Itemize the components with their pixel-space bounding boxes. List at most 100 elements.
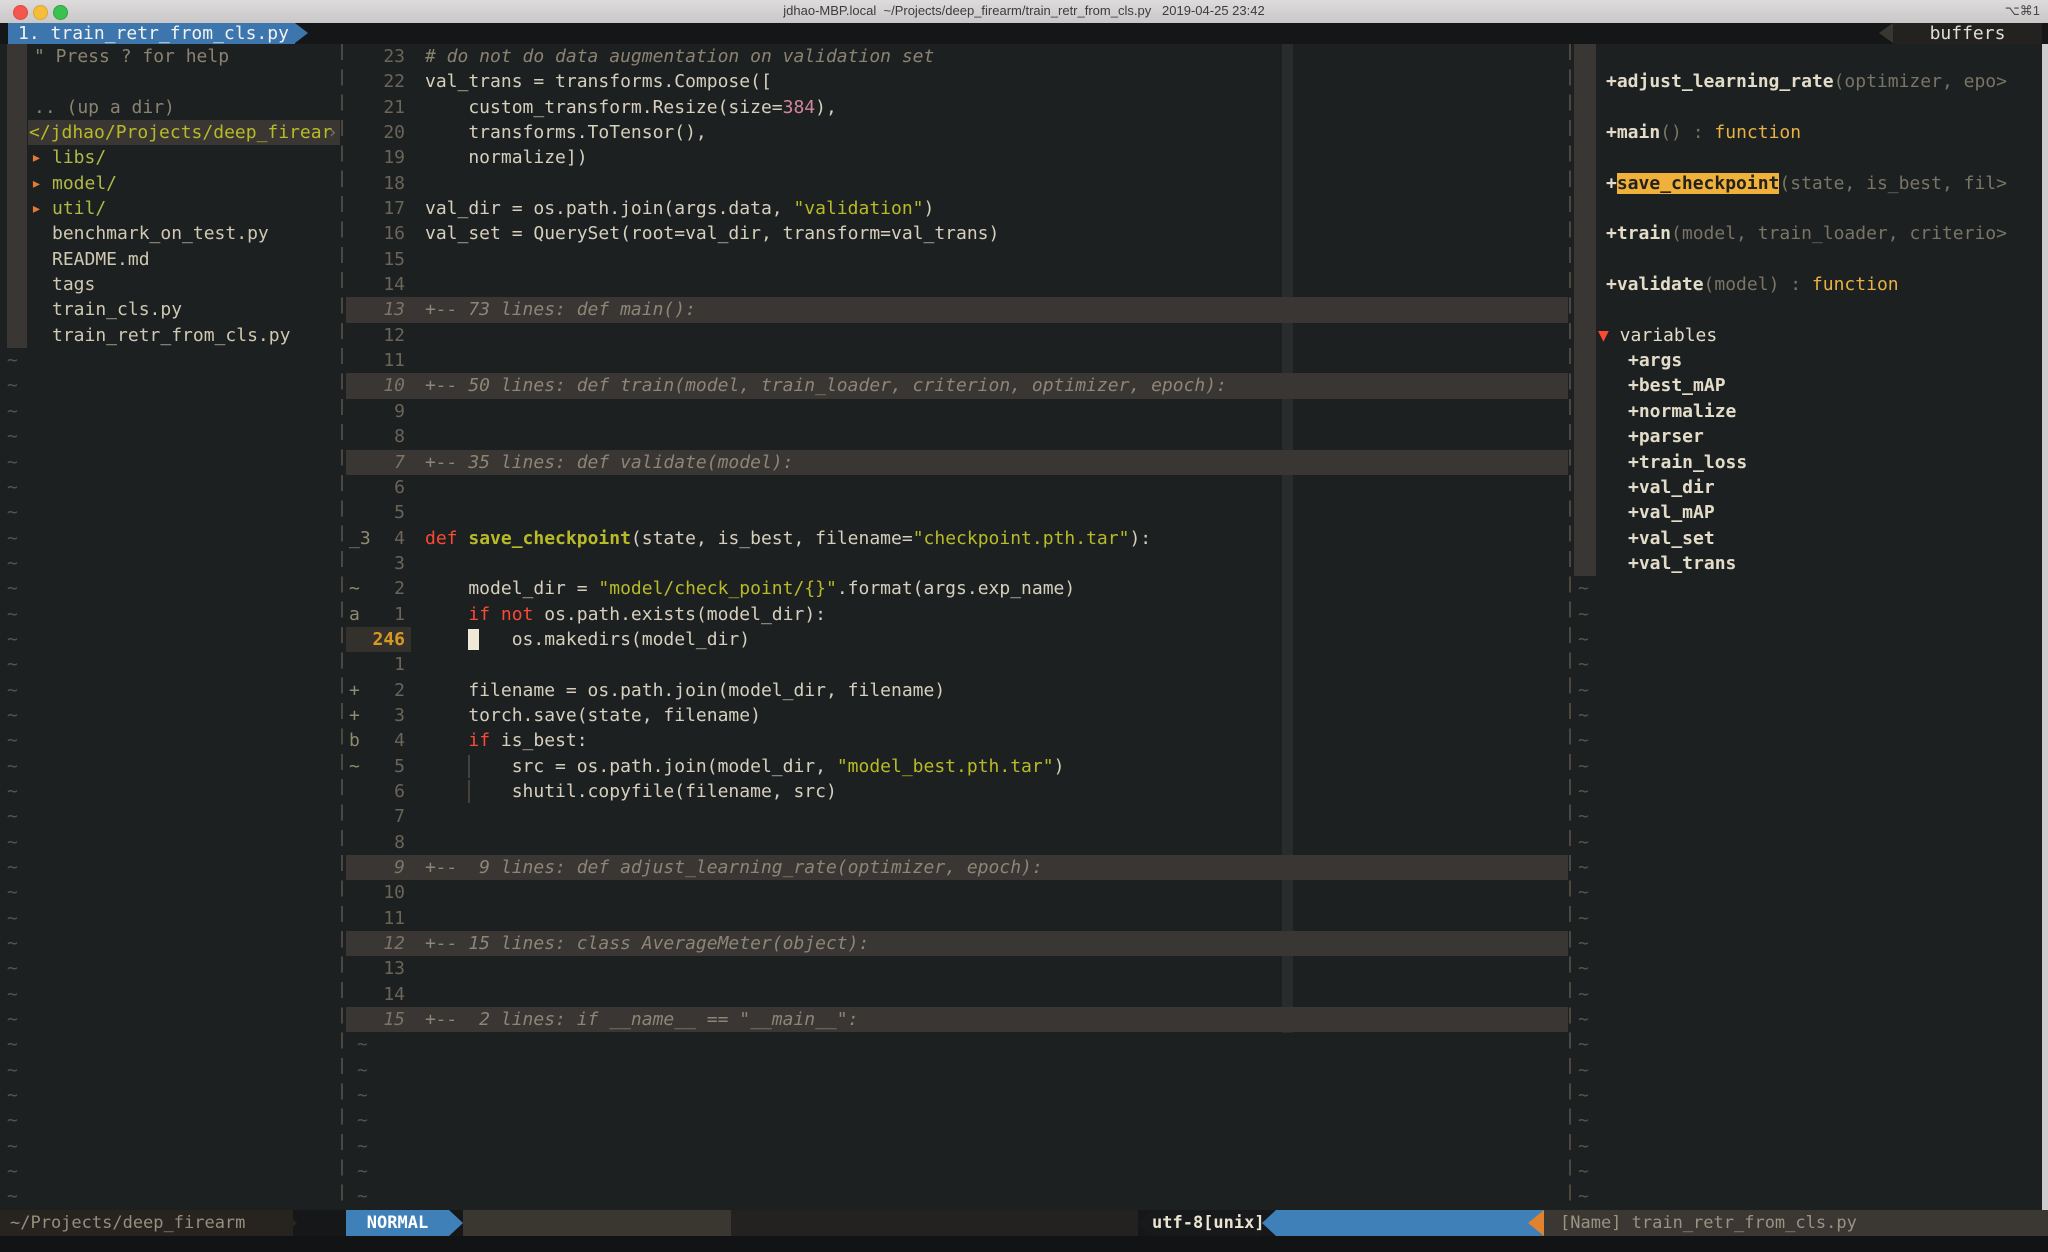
tag-item[interactable]: +val_set (1574, 526, 2042, 551)
tab-train-retr-from-cls[interactable]: 1. train_retr_from_cls.py (8, 23, 295, 44)
code-line[interactable]: 6 shutil.copyfile(filename, src) (346, 779, 1568, 804)
window-separator[interactable] (1569, 44, 1571, 1210)
folder-arrow-icon: ▸ (31, 145, 42, 170)
code-token: if not (468, 604, 533, 625)
nerdtree-item[interactable]: ▸libs/ (0, 145, 340, 170)
code-line[interactable]: 23# do not do data augmentation on valid… (346, 44, 1568, 69)
empty-line: ~ (0, 1108, 340, 1133)
nerdtree-root-path: </jdhao/Projects/deep_firear (0, 122, 332, 143)
command-line[interactable] (0, 1236, 2048, 1252)
window-separator[interactable] (341, 44, 343, 1210)
tag-item[interactable]: +parser (1574, 424, 2042, 449)
nerdtree-item[interactable]: </jdhao/Projects/deep_firear› (0, 120, 340, 145)
fold-line[interactable]: 10+-- 50 lines: def train(model, train_l… (346, 373, 1568, 398)
nerdtree-item[interactable]: " Press ? for help (0, 44, 340, 69)
code-line[interactable]: 11 (346, 348, 1568, 373)
code-line[interactable]: a1 if not os.path.exists(model_dir): (346, 602, 1568, 627)
code-line[interactable]: 10 (346, 880, 1568, 905)
fold-open-icon: ▼ (1598, 325, 1609, 346)
code-line[interactable]: 14 (346, 272, 1568, 297)
code-text: src = os.path.join(model_dir, "model_bes… (425, 754, 1568, 779)
tag-item[interactable]: +validate(model) : function (1574, 272, 2042, 297)
empty-line: ~ (1574, 1032, 2042, 1057)
tag-item[interactable]: +train(model, train_loader, criterio> (1574, 221, 2042, 246)
tag-item[interactable]: +main() : function (1574, 120, 2042, 145)
code-line[interactable]: _34def save_checkpoint(state, is_best, f… (346, 526, 1568, 551)
tag-item[interactable]: +save_checkpoint(state, is_best, fil> (1574, 171, 2042, 196)
fold-line[interactable]: 15+-- 2 lines: if __name__ == "__main__"… (346, 1007, 1568, 1032)
empty-line: ~ (1574, 627, 2042, 652)
code-line[interactable]: 246 os.makedirs(model_dir) (346, 627, 1568, 652)
vim-tabline: 1. train_retr_from_cls.py buffers (0, 23, 2048, 44)
code-line[interactable]: 5 (346, 500, 1568, 525)
code-line[interactable]: 13 (346, 956, 1568, 981)
tag-item[interactable]: +val_mAP (1574, 500, 2042, 525)
nerdtree-item[interactable]: ▸util/ (0, 196, 340, 221)
code-line[interactable]: 20 transforms.ToTensor(), (346, 120, 1568, 145)
code-line[interactable]: 11 (346, 906, 1568, 931)
blank-line (1574, 44, 2042, 69)
tag-item[interactable]: +normalize (1574, 399, 2042, 424)
code-token: is_best: (490, 730, 588, 751)
code-line[interactable]: 12 (346, 323, 1568, 348)
code-line[interactable]: +3 torch.save(state, filename) (346, 703, 1568, 728)
fold-line[interactable]: 12+-- 15 lines: class AverageMeter(objec… (346, 931, 1568, 956)
tilde-marker: ~ (0, 1161, 18, 1182)
tagbar-kind-header[interactable]: ▼ variables (1574, 323, 2042, 348)
nerdtree-item[interactable]: ▸model/ (0, 171, 340, 196)
code-line[interactable]: ~5 src = os.path.join(model_dir, "model_… (346, 754, 1568, 779)
code-line[interactable]: 8 (346, 830, 1568, 855)
code-text: +-- 50 lines: def train(model, train_loa… (425, 373, 1568, 398)
code-token: transforms.ToTensor(), (425, 122, 707, 143)
line-number: 5 (346, 500, 405, 525)
code-line[interactable]: ~2 model_dir = "model/check_point/{}".fo… (346, 576, 1568, 601)
code-line[interactable]: 19 normalize]) (346, 145, 1568, 170)
empty-line: ~ (1574, 855, 2042, 880)
nerdtree-item[interactable]: train_cls.py (0, 297, 340, 322)
tag-item[interactable]: +args (1574, 348, 2042, 373)
tilde-marker: ~ (1574, 1034, 1589, 1055)
code-line[interactable]: 8 (346, 424, 1568, 449)
code-line[interactable]: +2 filename = os.path.join(model_dir, fi… (346, 678, 1568, 703)
nerdtree-item[interactable]: README.md (0, 247, 340, 272)
code-line[interactable]: 7 (346, 804, 1568, 829)
scrollbar-track[interactable] (2042, 44, 2048, 1238)
nerdtree-item[interactable]: tags (0, 272, 340, 297)
position-segment: 86% ≡ 246/284ln : 5 (1276, 1210, 1546, 1236)
empty-line: ~ (0, 728, 340, 753)
nerdtree-directory: util/ (0, 198, 106, 219)
code-line[interactable]: 6 (346, 475, 1568, 500)
tag-item[interactable]: +val_trans (1574, 551, 2042, 576)
line-number: 11 (346, 906, 405, 931)
tag-item[interactable]: +train_loss (1574, 450, 2042, 475)
code-line[interactable]: 9 (346, 399, 1568, 424)
code-token: custom_transform.Resize(size= (425, 97, 783, 118)
nerdtree-item[interactable]: benchmark_on_test.py (0, 221, 340, 246)
code-token: normalize]) (425, 147, 588, 168)
code-line[interactable]: 22val_trans = transforms.Compose([ (346, 69, 1568, 94)
tag-item[interactable]: +best_mAP (1574, 373, 2042, 398)
tilde-marker: ~ (0, 806, 18, 827)
tag-item[interactable]: +val_dir (1574, 475, 2042, 500)
code-line[interactable]: b4 if is_best: (346, 728, 1568, 753)
code-line[interactable]: 1 (346, 652, 1568, 677)
fold-line[interactable]: 9+-- 9 lines: def adjust_learning_rate(o… (346, 855, 1568, 880)
code-line[interactable]: 17val_dir = os.path.join(args.data, "val… (346, 196, 1568, 221)
code-line[interactable]: 21 custom_transform.Resize(size=384), (346, 95, 1568, 120)
nerdtree-item[interactable]: .. (up a dir) (0, 95, 340, 120)
nerdtree-item (0, 69, 340, 94)
tilde-marker: ~ (1574, 781, 1589, 802)
code-line[interactable]: 3 (346, 551, 1568, 576)
nerdtree-item[interactable]: train_retr_from_cls.py (0, 323, 340, 348)
code-line[interactable]: 16val_set = QuerySet(root=val_dir, trans… (346, 221, 1568, 246)
buffers-label[interactable]: buffers (1893, 23, 2042, 44)
code-line[interactable]: 15 (346, 247, 1568, 272)
code-line[interactable]: 18 (346, 171, 1568, 196)
code-line[interactable]: 14 (346, 982, 1568, 1007)
tilde-marker: ~ (346, 1060, 368, 1081)
fold-line[interactable]: 7+-- 35 lines: def validate(model): (346, 450, 1568, 475)
tag-item[interactable]: +adjust_learning_rate(optimizer, epo> (1574, 69, 2042, 94)
code-token: ) (924, 198, 935, 219)
fold-line[interactable]: 13+-- 73 lines: def main(): (346, 297, 1568, 322)
empty-line: ~ (1574, 906, 2042, 931)
